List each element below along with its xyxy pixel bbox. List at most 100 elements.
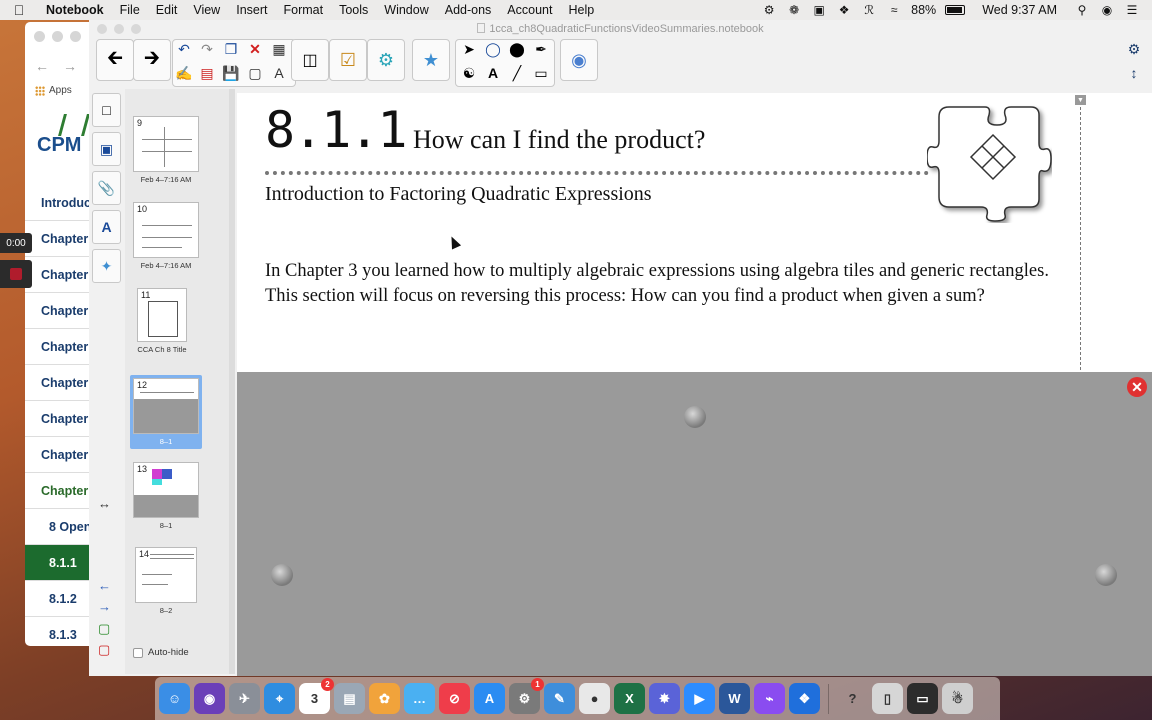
- gallery-tab[interactable]: ▣: [92, 132, 121, 166]
- clone-icon[interactable]: ❐: [221, 39, 241, 59]
- fill-tool-icon[interactable]: ⬤: [507, 39, 527, 59]
- next-page-button[interactable]: 🡲: [133, 39, 171, 81]
- chapter-nav-item[interactable]: Chapter: [25, 473, 95, 509]
- chapter-nav-item[interactable]: 8.1.1: [25, 545, 95, 581]
- chapter-nav-item[interactable]: Chapter: [25, 257, 95, 293]
- menu-format[interactable]: Format: [275, 3, 331, 17]
- dock-word-icon[interactable]: W: [719, 683, 750, 714]
- dock-messages-icon[interactable]: …: [404, 683, 435, 714]
- dock-news-icon[interactable]: ⊘: [439, 683, 470, 714]
- browser-nav-arrows[interactable]: ←→: [35, 58, 91, 74]
- auto-hide-toggle[interactable]: Auto-hide: [133, 647, 189, 658]
- dock-safari-icon[interactable]: ⌖: [264, 683, 295, 714]
- dock-chrome-icon[interactable]: ●: [579, 683, 610, 714]
- menu-edit[interactable]: Edit: [148, 3, 186, 17]
- chapter-nav-item[interactable]: Chapter: [25, 401, 95, 437]
- auto-hide-checkbox[interactable]: [133, 647, 143, 658]
- menu-tools[interactable]: Tools: [331, 3, 376, 17]
- menu-window[interactable]: Window: [376, 3, 436, 17]
- dock-excel-icon[interactable]: X: [614, 683, 645, 714]
- sorter-previous-icon[interactable]: ←: [98, 578, 111, 593]
- menu-app-name[interactable]: Notebook: [38, 3, 112, 17]
- dock-messenger-icon[interactable]: ⌁: [754, 683, 785, 714]
- dock-photos-icon[interactable]: ✿: [369, 683, 400, 714]
- dock-zoom-icon[interactable]: ▶: [684, 683, 715, 714]
- wifi-icon[interactable]: ≈: [886, 3, 902, 17]
- dock-phone-icon[interactable]: ▯: [872, 683, 903, 714]
- dock-calendar-icon[interactable]: 32: [299, 678, 334, 714]
- dock-trash-icon[interactable]: ☃: [942, 683, 973, 714]
- close-window-button[interactable]: [97, 24, 107, 34]
- response-button[interactable]: ☑: [329, 39, 367, 81]
- star-status-icon[interactable]: ❁: [786, 3, 802, 17]
- dropbox-status-icon[interactable]: ❖: [836, 3, 852, 17]
- screen-shade[interactable]: ✕: [237, 372, 1152, 676]
- page-thumbnail-selected[interactable]: 12 8–1: [130, 375, 202, 449]
- user-icon[interactable]: ◉: [1099, 3, 1115, 17]
- shade-top-handle[interactable]: [684, 406, 706, 428]
- menu-view[interactable]: View: [185, 3, 228, 17]
- chapter-nav-item[interactable]: Introduc: [25, 185, 95, 221]
- page-thumbnail[interactable]: 11 CCA Ch 8 Title: [137, 288, 187, 354]
- dock-finder-icon[interactable]: ☺: [159, 683, 190, 714]
- apps-bookmark[interactable]: Apps: [35, 85, 72, 96]
- display-button[interactable]: ◫: [291, 39, 329, 81]
- page-sorter-tab[interactable]: □: [92, 93, 121, 127]
- dock-siri-icon[interactable]: ◉: [194, 683, 225, 714]
- save-icon[interactable]: 💾: [221, 63, 241, 83]
- dock-help-icon[interactable]: ?: [837, 683, 868, 714]
- undo-icon[interactable]: ↶: [174, 39, 194, 59]
- clock[interactable]: Wed 9:37 AM: [982, 3, 1057, 17]
- previous-page-button[interactable]: 🡰: [96, 39, 134, 81]
- add-ons-button[interactable]: ⚙: [367, 39, 405, 81]
- menu-account[interactable]: Account: [499, 3, 560, 17]
- activity-builder-button[interactable]: ★: [412, 39, 450, 81]
- dock-notebook-icon[interactable]: ✎: [544, 683, 575, 714]
- properties-tab[interactable]: A: [92, 210, 121, 244]
- dock-preview-icon[interactable]: ▤: [334, 683, 365, 714]
- sorter-splitter[interactable]: [229, 89, 235, 674]
- notebook-page[interactable]: 8.1.1 How can I find the product? Introd…: [237, 93, 1152, 676]
- dock-ink-icon[interactable]: ✸: [649, 683, 680, 714]
- toolbar-position-icon[interactable]: ↕: [1124, 63, 1144, 83]
- settings-gear-icon[interactable]: ⚙: [1124, 39, 1144, 59]
- minimize-window-button[interactable]: [114, 24, 124, 34]
- notification-center-icon[interactable]: ☰: [1124, 3, 1140, 17]
- chapter-nav-item[interactable]: Chapter: [25, 221, 95, 257]
- page-thumbnail[interactable]: 14 8–2: [135, 547, 197, 615]
- battery-icon[interactable]: [945, 5, 966, 15]
- page-menu-icon[interactable]: ▼: [1075, 95, 1086, 105]
- search-icon[interactable]: ⚲: [1074, 3, 1090, 17]
- chapter-nav-item[interactable]: 8.1.2: [25, 581, 95, 617]
- menu-add-ons[interactable]: Add-ons: [437, 3, 500, 17]
- chapter-nav-item[interactable]: Chapter: [25, 329, 95, 365]
- page-thumbnail[interactable]: 13 8–1: [133, 462, 199, 530]
- dock-app-store-icon[interactable]: A: [474, 683, 505, 714]
- record-button[interactable]: [0, 260, 32, 288]
- resize-panel-icon[interactable]: ↔: [98, 496, 111, 511]
- delete-icon[interactable]: ✕: [245, 39, 265, 59]
- measurement-tools-icon[interactable]: ☯: [459, 63, 479, 83]
- dock-launchpad-icon[interactable]: ✈: [229, 683, 260, 714]
- sorter-delete-page-icon[interactable]: ▢: [98, 642, 110, 658]
- close-shade-icon[interactable]: ✕: [1127, 377, 1147, 397]
- screenshot-status-icon[interactable]: ▣: [811, 3, 827, 17]
- chapter-nav-item[interactable]: Chapter: [25, 437, 95, 473]
- chapter-nav-item[interactable]: Chapter: [25, 293, 95, 329]
- add-ons-tab[interactable]: ✦: [92, 249, 121, 283]
- shade-right-handle[interactable]: [1095, 564, 1117, 586]
- sorter-add-page-icon[interactable]: ▢: [98, 621, 110, 637]
- eraser-icon[interactable]: ▭: [531, 63, 551, 83]
- screen-shade-icon[interactable]: ▢: [245, 63, 265, 83]
- chapter-nav-item[interactable]: Chapter: [25, 365, 95, 401]
- shapes-tool-icon[interactable]: ◯: [483, 39, 503, 59]
- delete-page-icon[interactable]: ▤: [197, 63, 217, 83]
- attachments-tab[interactable]: 📎: [92, 171, 121, 205]
- zoom-window-button[interactable]: [131, 24, 141, 34]
- page-thumbnail[interactable]: 10 Feb 4–7:16 AM: [133, 202, 199, 270]
- bluetooth-icon[interactable]: ℛ: [861, 3, 877, 17]
- chapter-nav-item[interactable]: 8.1.3: [25, 617, 95, 646]
- shade-left-handle[interactable]: [271, 564, 293, 586]
- apple-icon[interactable]: : [0, 2, 38, 18]
- table-icon[interactable]: ▦: [269, 39, 289, 59]
